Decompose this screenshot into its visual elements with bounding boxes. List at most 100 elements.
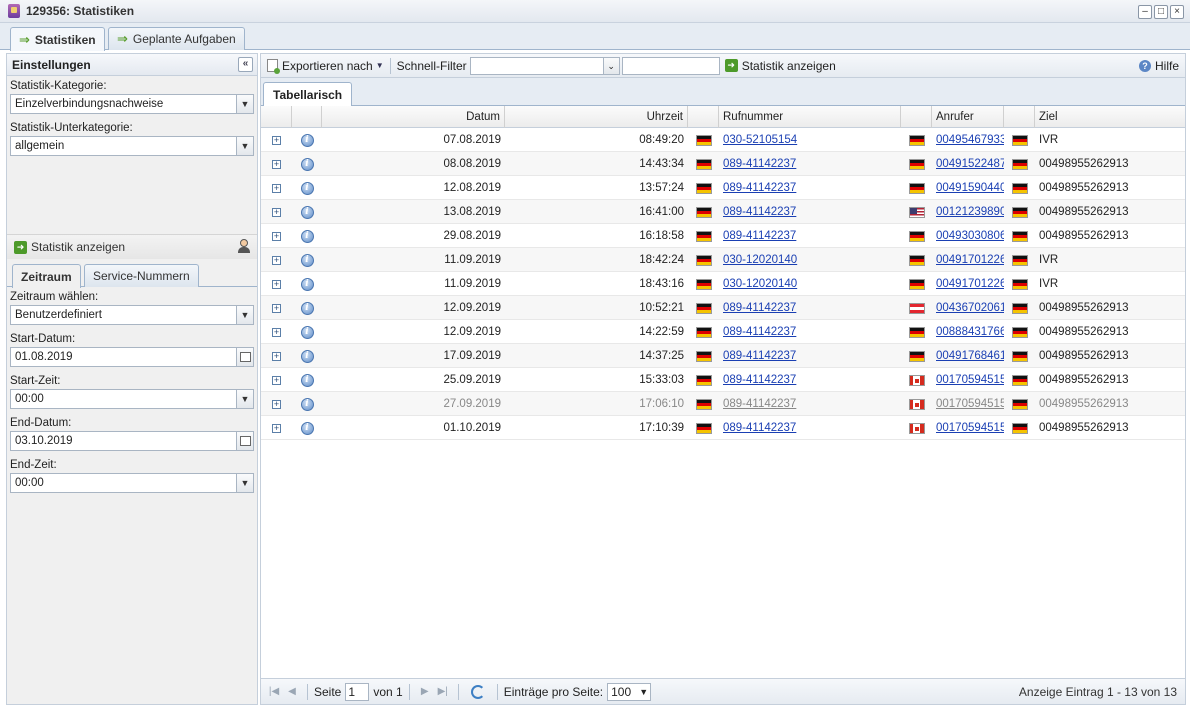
show-statistics-button[interactable]: ➜ Statistik anzeigen — [7, 234, 257, 259]
number-link[interactable]: 030-12020140 — [723, 278, 797, 290]
minimize-button[interactable]: – — [1138, 5, 1152, 19]
expand-icon[interactable]: + — [272, 183, 281, 193]
chevron-down-icon[interactable]: ▼ — [236, 390, 253, 408]
number-link[interactable]: 089-41142237 — [723, 398, 796, 410]
table-row[interactable]: + i 12.09.2019 10:52:21 089-41142237 00436702… — [261, 296, 1185, 320]
info-icon[interactable]: i — [300, 253, 314, 267]
start-time-select[interactable]: 00:00 ▼ — [10, 389, 254, 409]
table-row[interactable]: + i 17.09.2019 14:37:25 089-41142237 00491768… — [261, 344, 1185, 368]
table-row[interactable]: + i 13.08.2019 16:41:00 089-41142237 00121239… — [261, 200, 1185, 224]
number-link[interactable]: 089-41142237 — [723, 206, 796, 218]
expand-icon[interactable]: + — [272, 327, 281, 337]
caller-link[interactable]: 00121239890 — [936, 206, 1004, 218]
tab-geplante-aufgaben[interactable]: ⇒ Geplante Aufgaben — [108, 27, 245, 50]
info-icon[interactable]: i — [300, 397, 314, 411]
info-icon[interactable]: i — [300, 325, 314, 339]
help-button[interactable]: ? Hilfe — [1138, 59, 1179, 73]
caller-link[interactable]: 00491701226 — [936, 278, 1004, 290]
quick-filter-input[interactable] — [621, 56, 720, 75]
subcategory-select[interactable]: allgemein ▼ — [10, 136, 254, 156]
number-link[interactable]: 089-41142237 — [723, 350, 796, 362]
maximize-button[interactable]: □ — [1154, 5, 1168, 19]
number-link[interactable]: 089-41142237 — [723, 302, 796, 314]
per-page-select[interactable]: 100 ▼ — [607, 682, 652, 701]
tab-service-nummern[interactable]: Service-Nummern — [84, 264, 199, 287]
page-input[interactable]: 1 — [345, 682, 370, 701]
caller-link[interactable]: 00495467933 — [936, 134, 1004, 146]
number-link[interactable]: 089-41142237 — [723, 326, 796, 338]
chevron-down-icon[interactable]: ▼ — [236, 137, 253, 155]
caller-link[interactable]: 00170594515 — [936, 374, 1004, 386]
table-row[interactable]: + i 11.09.2019 18:42:24 030-12020140 00491701… — [261, 248, 1185, 272]
tab-statistiken[interactable]: ⇒ Statistiken — [10, 27, 105, 51]
table-row[interactable]: + i 07.08.2019 08:49:20 030-52105154 00495467… — [261, 128, 1185, 152]
prev-page-icon[interactable]: ◀ — [283, 686, 301, 697]
table-row[interactable]: + i 11.09.2019 18:43:16 030-12020140 00491701… — [261, 272, 1185, 296]
table-row[interactable]: + i 01.10.2019 17:10:39 089-41142237 00170594… — [261, 416, 1185, 440]
info-icon[interactable]: i — [300, 157, 314, 171]
number-link[interactable]: 030-52105154 — [723, 134, 797, 146]
calendar-icon[interactable] — [236, 348, 253, 366]
tab-zeitraum[interactable]: Zeitraum — [12, 264, 81, 288]
table-row[interactable]: + i 08.08.2019 14:43:34 089-41142237 00491522… — [261, 152, 1185, 176]
header-uhrzeit[interactable]: Uhrzeit — [505, 106, 688, 128]
caller-link[interactable]: 00170594515 — [936, 422, 1004, 434]
chevron-down-icon[interactable]: ⌄ — [602, 57, 619, 74]
number-link[interactable]: 089-41142237 — [723, 422, 796, 434]
caller-link[interactable]: 00491522487 — [936, 158, 1004, 170]
first-page-icon[interactable]: |◀ — [265, 686, 283, 697]
info-icon[interactable]: i — [300, 349, 314, 363]
expand-icon[interactable]: + — [272, 159, 281, 169]
tab-tabellarisch[interactable]: Tabellarisch — [263, 82, 353, 106]
table-row[interactable]: + i 27.09.2019 17:06:10 089-41142237 00170594… — [261, 392, 1185, 416]
chevron-down-icon[interactable]: ▼ — [236, 95, 253, 113]
info-icon[interactable]: i — [300, 277, 314, 291]
refresh-icon[interactable] — [470, 684, 485, 699]
caller-link[interactable]: 00491701226 — [936, 254, 1004, 266]
table-row[interactable]: + i 29.08.2019 16:18:58 089-41142237 00493030… — [261, 224, 1185, 248]
header-datum[interactable]: Datum — [322, 106, 505, 128]
number-link[interactable]: 089-41142237 — [723, 230, 796, 242]
close-button[interactable]: × — [1170, 5, 1184, 19]
table-row[interactable]: + i 12.09.2019 14:22:59 089-41142237 00888431… — [261, 320, 1185, 344]
number-link[interactable]: 089-41142237 — [723, 374, 796, 386]
caller-link[interactable]: 00436702061 — [936, 302, 1004, 314]
caller-link[interactable]: 00493030806 — [936, 230, 1004, 242]
info-icon[interactable]: i — [300, 421, 314, 435]
info-icon[interactable]: i — [300, 133, 314, 147]
header-anrufer[interactable]: Anrufer — [932, 106, 1004, 128]
chevron-down-icon[interactable]: ▼ — [236, 306, 253, 324]
info-icon[interactable]: i — [300, 205, 314, 219]
chevron-down-icon[interactable]: ▼ — [236, 474, 253, 492]
number-link[interactable]: 030-12020140 — [723, 254, 797, 266]
header-rufnummer[interactable]: Rufnummer — [719, 106, 901, 128]
quick-filter-select[interactable]: ⌄ — [469, 56, 620, 75]
collapse-panel-button[interactable]: « — [238, 57, 253, 72]
export-button[interactable]: Exportieren nach ▼ — [261, 59, 384, 74]
end-time-select[interactable]: 00:00 ▼ — [10, 473, 254, 493]
expand-icon[interactable]: + — [272, 207, 281, 217]
expand-icon[interactable]: + — [272, 351, 281, 361]
end-date-field[interactable]: 03.10.2019 — [10, 431, 254, 451]
number-link[interactable]: 089-41142237 — [723, 182, 796, 194]
caller-link[interactable]: 00491590440 — [936, 182, 1004, 194]
number-link[interactable]: 089-41142237 — [723, 158, 796, 170]
header-ziel[interactable]: Ziel — [1035, 106, 1185, 128]
info-icon[interactable]: i — [300, 301, 314, 315]
info-icon[interactable]: i — [300, 181, 314, 195]
info-icon[interactable]: i — [300, 373, 314, 387]
caller-link[interactable]: 00170594515 — [936, 398, 1004, 410]
last-page-icon[interactable]: ▶| — [434, 686, 452, 697]
expand-icon[interactable]: + — [272, 255, 281, 265]
info-icon[interactable]: i — [300, 229, 314, 243]
expand-icon[interactable]: + — [272, 303, 281, 313]
user-icon[interactable] — [237, 239, 251, 255]
category-select[interactable]: Einzelverbindungsnachweise ▼ — [10, 94, 254, 114]
expand-icon[interactable]: + — [272, 279, 281, 289]
caller-link[interactable]: 00888431766 — [936, 326, 1004, 338]
expand-icon[interactable]: + — [272, 231, 281, 241]
table-row[interactable]: + i 12.08.2019 13:57:24 089-41142237 00491590… — [261, 176, 1185, 200]
expand-icon[interactable]: + — [272, 135, 281, 145]
period-select[interactable]: Benutzerdefiniert ▼ — [10, 305, 254, 325]
next-page-icon[interactable]: ▶ — [416, 686, 434, 697]
